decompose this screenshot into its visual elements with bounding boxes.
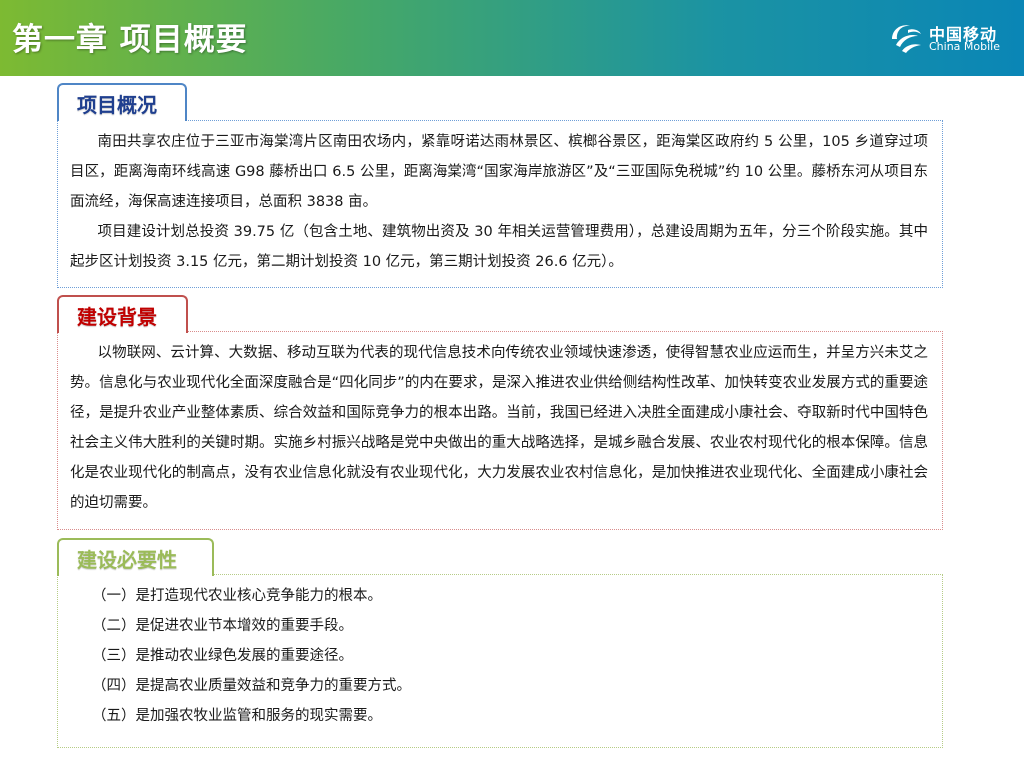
necessity-item-1: （一）是打造现代农业核心竞争能力的根本。 [92,588,382,604]
section-box-necessity: （一）是打造现代农业核心竞争能力的根本。 （二）是促进农业节本增效的重要手段。 … [57,574,943,748]
china-mobile-logo-icon [892,25,921,53]
section-tab-necessity: 建设必要性 [57,538,214,576]
logo-text-en: China Mobile [929,40,1001,53]
header-banner: 第一章 项目概要 中国移动 China Mobile [0,0,1024,76]
necessity-item-5: （五）是加强农牧业监管和服务的现实需要。 [92,708,382,724]
background-paragraph-1: 以物联网、云计算、大数据、移动互联为代表的现代信息技术向传统农业领域快速渗透，使… [70,345,928,511]
necessity-item-3: （三）是推动农业绿色发展的重要途径。 [92,648,353,664]
section-tab-overview: 项目概况 [57,83,187,121]
section-box-background: 以物联网、云计算、大数据、移动互联为代表的现代信息技术向传统农业领域快速渗透，使… [57,331,943,530]
section-box-overview: 南田共享农庄位于三亚市海棠湾片区南田农场内，紧靠呀诺达雨林景区、槟榔谷景区，距海… [57,120,943,288]
china-mobile-logo: 中国移动 China Mobile [888,19,1018,59]
section-tab-background: 建设背景 [57,295,188,333]
necessity-item-4: （四）是提高农业质量效益和竞争力的重要方式。 [92,678,411,694]
necessity-item-2: （二）是促进农业节本增效的重要手段。 [92,618,353,634]
overview-paragraph-2: 项目建设计划总投资 39.75 亿（包含土地、建筑物出资及 30 年相关运营管理… [70,224,928,270]
overview-paragraph-1: 南田共享农庄位于三亚市海棠湾片区南田农场内，紧靠呀诺达雨林景区、槟榔谷景区，距海… [70,134,928,210]
page-title: 第一章 项目概要 [12,22,248,58]
